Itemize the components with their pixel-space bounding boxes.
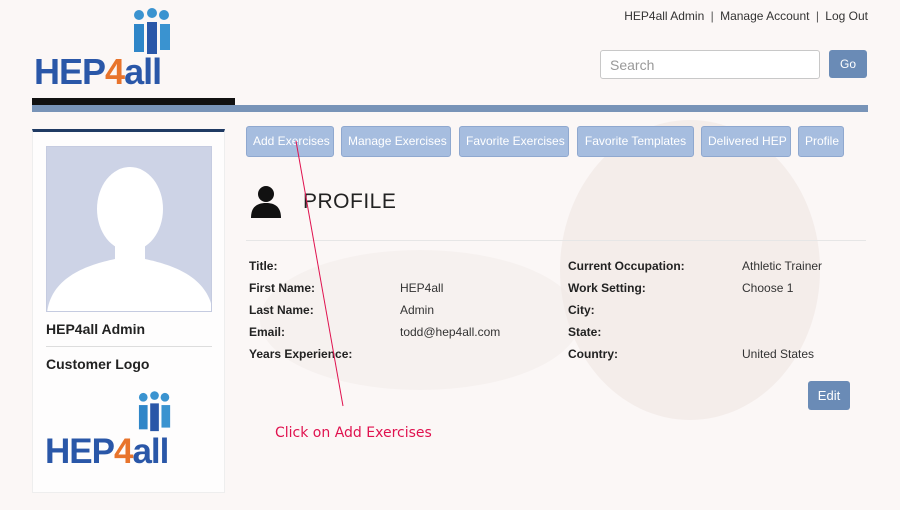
background-figure (260, 250, 580, 390)
logo-text-hep: HEP (45, 432, 115, 471)
profile-button[interactable]: Profile (798, 126, 844, 157)
logo-text-hep: HEP (34, 51, 106, 92)
first-name-label: First Name: (249, 281, 316, 295)
user-icon (251, 186, 281, 218)
last-name-value: Admin (400, 303, 435, 317)
sidebar: HEP4all Admin Customer Logo HEP4all (32, 129, 225, 493)
current-occupation-value: Athletic Trainer (742, 259, 823, 273)
customer-logo-label: Customer Logo (46, 356, 150, 372)
search-input[interactable] (600, 50, 820, 79)
current-occupation-label: Current Occupation: (568, 259, 685, 273)
user-link[interactable]: HEP4all Admin (624, 9, 704, 23)
logout-link[interactable]: Log Out (825, 9, 868, 23)
manage-exercises-button[interactable]: Manage Exercises (341, 126, 451, 157)
first-name-value: HEP4all (400, 281, 444, 295)
page-title: PROFILE (303, 190, 397, 213)
divider (46, 346, 212, 347)
logo-text-four: 4 (105, 51, 125, 92)
separator: | (710, 9, 714, 23)
email-value: todd@hep4all.com (400, 325, 501, 339)
customer-logo: HEP4all (45, 388, 215, 472)
work-setting-value: Choose 1 (742, 281, 794, 295)
avatar-silhouette-icon (47, 167, 211, 311)
last-name-label: Last Name: (249, 303, 314, 317)
state-label: State: (568, 325, 602, 339)
work-setting-label: Work Setting: (568, 281, 646, 295)
sidebar-user-name: HEP4all Admin (46, 321, 146, 337)
logo-text: HEP4all (34, 51, 162, 92)
divider (246, 240, 866, 241)
manage-account-link[interactable]: Manage Account (720, 9, 809, 23)
go-button[interactable]: Go (829, 50, 867, 78)
logo-text-four: 4 (113, 432, 133, 471)
edit-button[interactable]: Edit (808, 381, 850, 410)
favorite-templates-button[interactable]: Favorite Templates (577, 126, 694, 157)
site-logo[interactable]: HEP4all (34, 8, 204, 92)
email-label: Email: (249, 325, 286, 339)
logo-text-all: all (132, 432, 169, 471)
country-label: Country: (568, 347, 618, 361)
customer-logo-text: HEP4all (45, 432, 169, 472)
favorite-exercises-button[interactable]: Favorite Exercises (459, 126, 569, 157)
separator: | (815, 9, 819, 23)
account-links: HEP4all Admin | Manage Account | Log Out (624, 9, 868, 23)
country-value: United States (742, 347, 815, 361)
delivered-hep-button[interactable]: Delivered HEP (701, 126, 791, 157)
annotation-text: Click on Add Exercises (275, 425, 432, 441)
avatar[interactable] (46, 146, 212, 312)
logo-text-all: all (124, 51, 162, 92)
title-label: Title: (249, 259, 278, 273)
years-experience-label: Years Experience: (249, 347, 353, 361)
add-exercises-button[interactable]: Add Exercises (246, 126, 334, 157)
city-label: City: (568, 303, 595, 317)
people-icon (138, 391, 171, 432)
people-icon (134, 8, 170, 54)
header-divider-blue (32, 105, 868, 112)
